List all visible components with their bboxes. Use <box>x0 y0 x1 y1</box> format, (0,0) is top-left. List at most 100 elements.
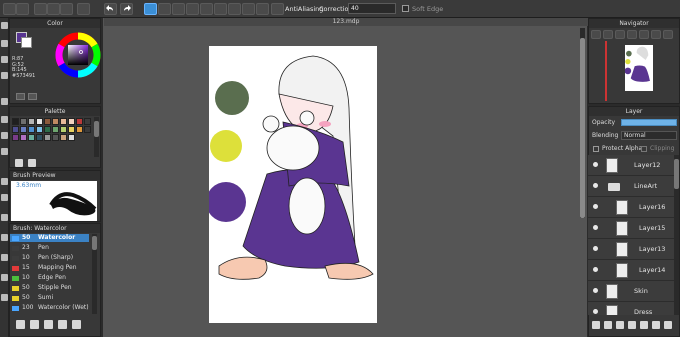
layer-row[interactable]: Dress <box>588 302 676 315</box>
zoom-out-icon[interactable] <box>603 30 613 39</box>
protect-alpha-checkbox[interactable] <box>593 146 599 152</box>
hand-tool-icon[interactable] <box>1 254 8 261</box>
brush-copy-icon[interactable] <box>44 320 53 329</box>
visibility-eye-icon[interactable] <box>593 225 598 230</box>
palette-swatch[interactable] <box>36 118 43 125</box>
rotate-right-icon[interactable] <box>651 30 661 39</box>
rotate-left-icon[interactable] <box>639 30 649 39</box>
brush-item[interactable]: 15 Mapping Pen <box>10 264 89 272</box>
brush-item[interactable]: 10 Pen (Sharp) <box>10 254 89 262</box>
text-tool-icon[interactable] <box>1 234 8 241</box>
visibility-eye-icon[interactable] <box>593 288 598 293</box>
clipping-checkbox[interactable] <box>641 146 647 152</box>
select-rect-icon[interactable] <box>144 3 157 15</box>
palette-swatch[interactable] <box>44 126 51 133</box>
pen-tool-icon[interactable] <box>1 294 8 301</box>
brush-settings-icon[interactable] <box>58 320 67 329</box>
eraser-tool-icon[interactable] <box>1 40 8 47</box>
brush-tool-icon[interactable] <box>1 22 8 29</box>
palette-swatch[interactable] <box>44 118 51 125</box>
palette-swatch[interactable] <box>20 126 27 133</box>
palette-swatch[interactable] <box>76 126 83 133</box>
invert-selection-icon[interactable] <box>200 3 213 15</box>
palette-swatch[interactable] <box>28 126 35 133</box>
visibility-eye-icon[interactable] <box>593 183 598 188</box>
layer-scrollbar[interactable] <box>674 155 679 315</box>
select-lasso-icon[interactable] <box>158 3 171 15</box>
brush-folder-icon[interactable] <box>30 320 39 329</box>
settings-icon[interactable] <box>77 3 90 15</box>
visibility-eye-icon[interactable] <box>593 246 598 251</box>
brush-item[interactable]: 50 Stipple Pen <box>10 284 89 292</box>
layer-row[interactable]: Layer13 <box>588 239 676 260</box>
color-wheel[interactable] <box>55 30 101 80</box>
correction-select[interactable]: 40 <box>348 3 396 14</box>
palette-swatch[interactable] <box>60 134 67 141</box>
palette-add-icon[interactable] <box>15 159 23 167</box>
select-all-icon[interactable] <box>172 3 185 15</box>
layer-row[interactable]: LineArt <box>588 176 676 197</box>
new-layer-icon[interactable] <box>592 321 600 329</box>
palette-swatch[interactable] <box>28 134 35 141</box>
menu-icon[interactable] <box>3 3 16 15</box>
palette-swatch[interactable] <box>36 126 43 133</box>
redo-icon[interactable] <box>120 3 133 15</box>
palette-swatch[interactable] <box>68 134 75 141</box>
brush-item[interactable]: 10 Edge Pen <box>10 274 89 282</box>
undo-icon[interactable] <box>104 3 117 15</box>
brush-item[interactable]: 50 Sumi <box>10 294 89 302</box>
snap-icon[interactable] <box>242 3 255 15</box>
palette-scrollbar[interactable] <box>94 117 99 157</box>
navigator-thumbnail[interactable] <box>624 45 653 91</box>
palette-swatch[interactable] <box>44 134 51 141</box>
select-tool-icon[interactable] <box>1 116 8 123</box>
duplicate-layer-icon[interactable] <box>616 321 624 329</box>
deselect-icon[interactable] <box>186 3 199 15</box>
palette-swatch[interactable] <box>68 126 75 133</box>
palette-swatch[interactable] <box>68 118 75 125</box>
collapse-icon[interactable] <box>16 3 29 15</box>
visibility-eye-icon[interactable] <box>593 204 598 209</box>
palette-swatch[interactable] <box>12 118 19 125</box>
rotate-icon[interactable] <box>256 3 269 15</box>
palette-swatch[interactable] <box>36 134 43 141</box>
brush-scrollbar[interactable] <box>92 234 97 314</box>
eyedropper-tool-icon[interactable] <box>1 214 8 221</box>
layer-row[interactable]: Layer12 <box>588 155 676 176</box>
palette-swatch[interactable] <box>60 126 67 133</box>
blending-select[interactable]: Normal <box>621 131 677 140</box>
brush-add-icon[interactable] <box>16 320 25 329</box>
brush-item[interactable]: 100 Watercolor (Wet) <box>10 304 89 312</box>
brush-item[interactable]: 50 Watercolor <box>10 234 89 243</box>
brush-item[interactable]: 23 Pen <box>10 244 89 252</box>
brush-mode-icon[interactable] <box>34 3 47 15</box>
actual-size-icon[interactable] <box>627 30 637 39</box>
palette-swatch[interactable] <box>20 134 27 141</box>
transform-icon[interactable] <box>214 3 227 15</box>
palette-swatch[interactable] <box>52 134 59 141</box>
wand-tool-icon[interactable] <box>1 148 8 155</box>
fit-icon[interactable] <box>615 30 625 39</box>
palette-swatch[interactable] <box>20 118 27 125</box>
document-tab[interactable]: 123.mdp <box>104 18 588 26</box>
soft-edge-checkbox[interactable] <box>402 5 409 12</box>
palette-swatch[interactable] <box>52 118 59 125</box>
layer-row[interactable]: Layer15 <box>588 218 676 239</box>
visibility-eye-icon[interactable] <box>593 309 598 314</box>
lasso-tool-icon[interactable] <box>1 132 8 139</box>
palette-swatch[interactable] <box>52 126 59 133</box>
layer-row[interactable]: Layer16 <box>588 197 676 218</box>
fill-tool-icon[interactable] <box>1 178 8 185</box>
zoom-in-icon[interactable] <box>591 30 601 39</box>
dot-tool-icon[interactable] <box>1 56 8 63</box>
new-folder-icon[interactable] <box>604 321 612 329</box>
move-tool-icon[interactable] <box>1 98 8 105</box>
clear-layer-icon[interactable] <box>640 321 648 329</box>
filter-mode-icon[interactable] <box>60 3 73 15</box>
layer-row[interactable]: Skin <box>588 281 676 302</box>
merge-down-icon[interactable] <box>628 321 636 329</box>
layer-mode-icon[interactable] <box>47 3 60 15</box>
layer-row[interactable]: Layer14 <box>588 260 676 281</box>
background-swatch[interactable] <box>21 37 32 48</box>
visibility-eye-icon[interactable] <box>593 162 598 167</box>
